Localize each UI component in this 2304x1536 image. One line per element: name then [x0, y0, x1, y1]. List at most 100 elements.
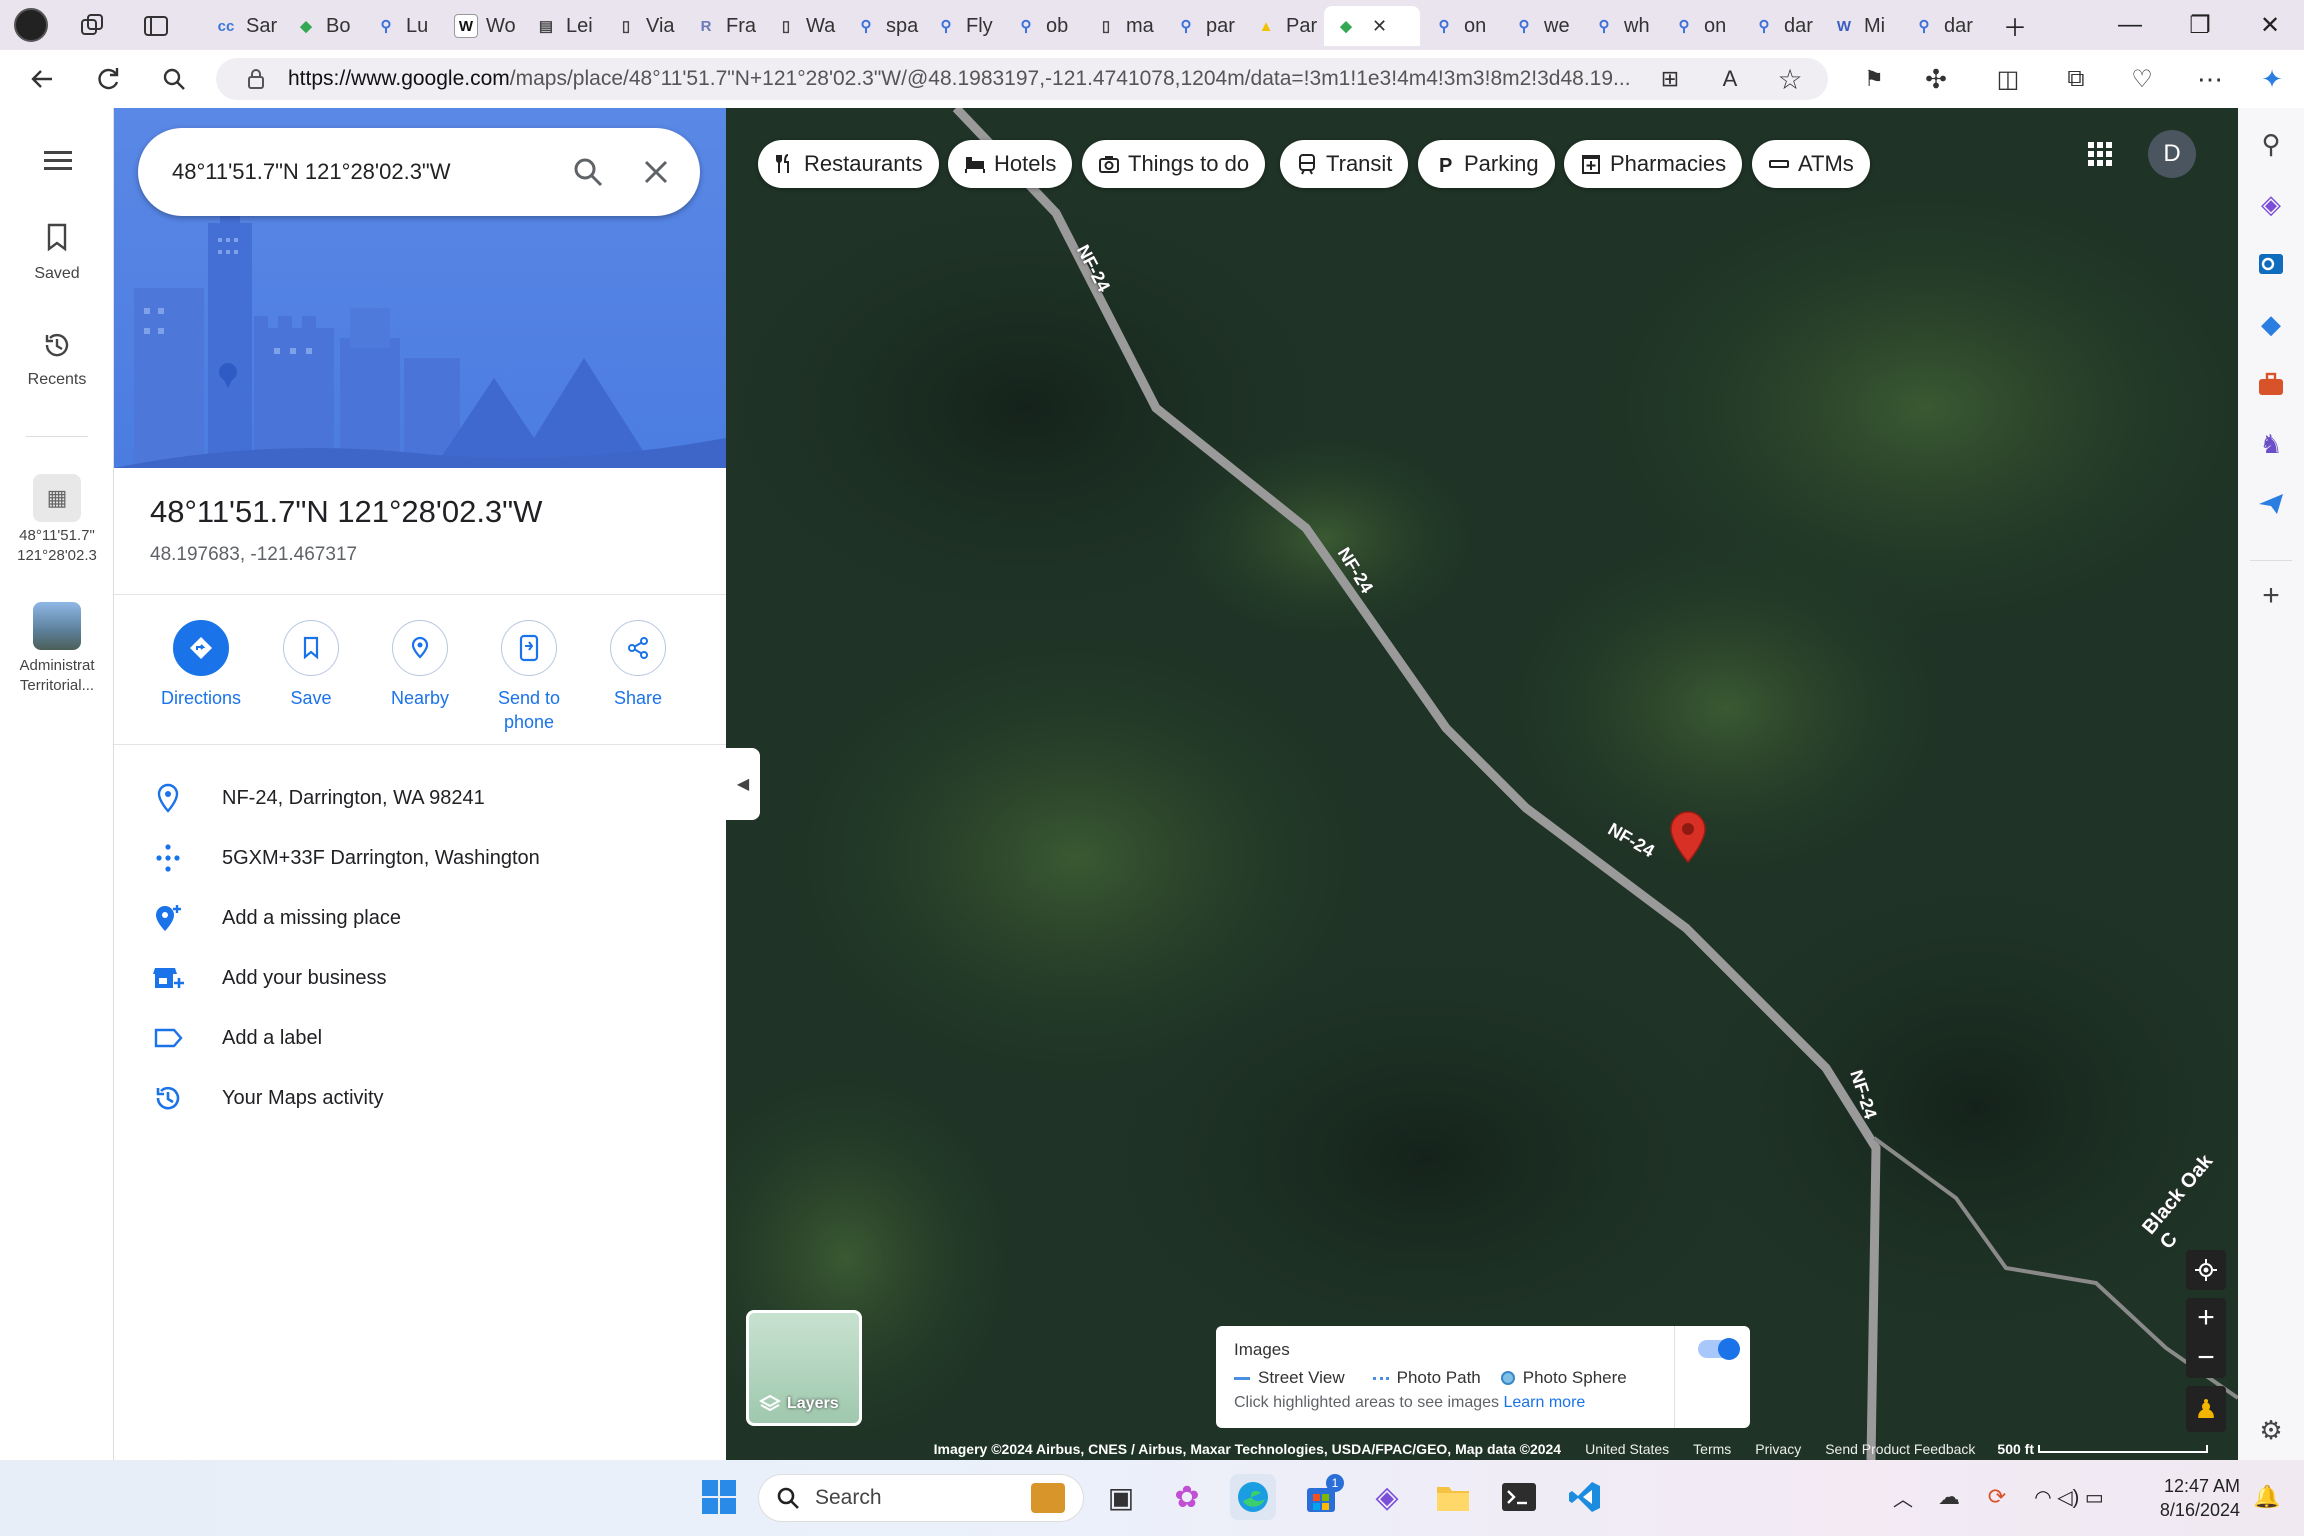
- search-icon[interactable]: ⚲: [2255, 128, 2287, 160]
- layers-button[interactable]: Layers: [746, 1310, 862, 1426]
- restore-button[interactable]: ❐: [2170, 0, 2230, 50]
- url-field[interactable]: https://www.google.com/maps/place/48°11'…: [216, 58, 1828, 100]
- clock[interactable]: 12:47 AM 8/16/2024: [2140, 1474, 2240, 1522]
- zoom-out-button[interactable]: −: [2186, 1338, 2226, 1378]
- browser-tab[interactable]: W Wo: [444, 6, 522, 46]
- chip-things-to-do[interactable]: Things to do: [1082, 140, 1266, 188]
- tag-icon[interactable]: ◆: [2255, 308, 2287, 340]
- tools-icon[interactable]: [2255, 368, 2287, 400]
- search-icon[interactable]: [572, 156, 604, 194]
- learn-more-link[interactable]: Learn more: [1503, 1394, 1585, 1411]
- address-row[interactable]: NF-24, Darrington, WA 98241: [114, 768, 726, 828]
- browser-tab[interactable]: ◆ Bo: [284, 6, 362, 46]
- my-location-button[interactable]: [2186, 1250, 2226, 1290]
- browser-tab[interactable]: ⚲ spa: [844, 6, 922, 46]
- read-aloud-icon[interactable]: A: [1708, 57, 1752, 101]
- chip-atms[interactable]: ATMs: [1752, 140, 1870, 188]
- add-label-row[interactable]: Add a label: [114, 1008, 726, 1068]
- browser-tab[interactable]: ▤ Lei: [524, 6, 602, 46]
- location-pin-marker[interactable]: [1668, 810, 1708, 869]
- send-to-phone-button[interactable]: Send to phone: [484, 620, 574, 734]
- browser-tab[interactable]: ⚲ we: [1502, 6, 1580, 46]
- browser-tab[interactable]: ▯ Via: [604, 6, 682, 46]
- onedrive-icon[interactable]: ☁: [1926, 1474, 1972, 1520]
- directions-button[interactable]: Directions: [156, 620, 246, 710]
- file-explorer-icon[interactable]: [1430, 1474, 1476, 1520]
- terms-link[interactable]: Terms: [1693, 1441, 1731, 1457]
- pegman-icon[interactable]: ♟: [2186, 1386, 2226, 1432]
- collections-icon[interactable]: ⧉: [2054, 57, 2098, 101]
- zoom-in-button[interactable]: +: [2186, 1298, 2226, 1338]
- browser-tab[interactable]: ⚲ dar: [1902, 6, 1980, 46]
- plus-code-row[interactable]: 5GXM+33F Darrington, Washington: [114, 828, 726, 888]
- chip-parking[interactable]: P Parking: [1418, 140, 1555, 188]
- system-tray-icons[interactable]: ◠ ◁) ▭: [2024, 1474, 2114, 1520]
- extension-badge-icon[interactable]: ⚑: [1852, 57, 1896, 101]
- chip-pharmacies[interactable]: Pharmacies: [1564, 140, 1743, 188]
- browser-essentials-icon[interactable]: ♡: [2120, 57, 2164, 101]
- refresh-button[interactable]: [86, 57, 130, 101]
- search-input[interactable]: 48°11'51.7"N 121°28'02.3"W: [172, 159, 451, 185]
- scale-label[interactable]: 500 ft: [1997, 1441, 2034, 1457]
- chip-hotels[interactable]: Hotels: [948, 140, 1073, 188]
- browser-tab[interactable]: ⚲ ob: [1004, 6, 1082, 46]
- maps-activity-row[interactable]: Your Maps activity: [114, 1068, 726, 1128]
- settings-gear-icon[interactable]: ⚙: [2255, 1414, 2287, 1446]
- browser-tab[interactable]: ⚲ on: [1662, 6, 1740, 46]
- recent-place-territorial[interactable]: Administrat Territorial...: [0, 602, 114, 696]
- close-tab-icon[interactable]: ✕: [1372, 16, 1387, 37]
- start-windows-icon[interactable]: [696, 1474, 742, 1520]
- split-screen-icon[interactable]: ◫: [1986, 57, 2030, 101]
- save-button[interactable]: Save: [266, 620, 356, 710]
- browser-tab[interactable]: ▯ ma: [1084, 6, 1162, 46]
- notification-bell-icon[interactable]: 🔔: [2244, 1474, 2290, 1520]
- close-icon[interactable]: [642, 158, 670, 192]
- browser-tab[interactable]: ▲ Par: [1244, 6, 1322, 46]
- add-missing-place-row[interactable]: Add a missing place: [114, 888, 726, 948]
- edge-browser-icon[interactable]: [1230, 1474, 1276, 1520]
- back-button[interactable]: [20, 57, 64, 101]
- add-business-row[interactable]: Add your business: [114, 948, 726, 1008]
- browser-tab[interactable]: ⚲ wh: [1582, 6, 1660, 46]
- copilot-app-icon[interactable]: ◈: [2255, 188, 2287, 220]
- favorite-star-icon[interactable]: ☆: [1768, 57, 1812, 101]
- browser-tab[interactable]: ⚲ par: [1164, 6, 1242, 46]
- extensions-icon[interactable]: ✣: [1914, 57, 1958, 101]
- vscode-icon[interactable]: [1562, 1474, 1608, 1520]
- chip-transit[interactable]: Transit: [1280, 140, 1409, 188]
- minimize-button[interactable]: —: [2100, 0, 2160, 50]
- task-view-icon[interactable]: ▣: [1098, 1474, 1144, 1520]
- browser-tab[interactable]: ⚲ Fly: [924, 6, 1002, 46]
- recents-button[interactable]: Recents: [0, 330, 114, 389]
- chevron-up-icon[interactable]: ︿: [1880, 1474, 1926, 1520]
- browser-tab[interactable]: ⚲ Lu: [364, 6, 442, 46]
- browser-tab[interactable]: ⚲ dar: [1742, 6, 1820, 46]
- add-icon[interactable]: +: [2255, 579, 2287, 612]
- privacy-link[interactable]: Privacy: [1755, 1441, 1801, 1457]
- copilot-icon[interactable]: ✦: [2250, 57, 2294, 101]
- app-available-icon[interactable]: ⊞: [1648, 57, 1692, 101]
- browser-tab[interactable]: cc Sar: [204, 6, 282, 46]
- copilot-taskbar-icon[interactable]: ✿: [1164, 1474, 1210, 1520]
- account-avatar[interactable]: D: [2148, 130, 2196, 178]
- sync-icon[interactable]: ⟳: [1974, 1474, 2020, 1520]
- recent-place-coordinates[interactable]: ▦ 48°11'51.7" 121°28'02.3: [0, 474, 114, 566]
- copilot-app-icon[interactable]: ◈: [1364, 1474, 1410, 1520]
- apps-grid-icon[interactable]: [2086, 140, 2114, 173]
- share-button[interactable]: Share: [593, 620, 683, 710]
- satellite-map[interactable]: NF-24 NF-24 NF-24 NF-24 Black Oak C Rest…: [726, 108, 2238, 1460]
- send-icon[interactable]: [2255, 488, 2287, 520]
- tab-active-maps[interactable]: ◆ ✕: [1324, 6, 1420, 46]
- taskbar-search[interactable]: Search: [758, 1474, 1084, 1522]
- workspaces-icon[interactable]: [78, 12, 106, 40]
- nearby-button[interactable]: Nearby: [375, 620, 465, 710]
- search-icon[interactable]: [152, 57, 196, 101]
- collapse-panel-button[interactable]: ◀: [726, 748, 760, 820]
- new-tab-button[interactable]: ＋: [1985, 0, 2045, 50]
- menu-icon[interactable]: [44, 150, 72, 177]
- chip-restaurants[interactable]: Restaurants: [758, 140, 939, 188]
- saved-button[interactable]: Saved: [0, 222, 114, 283]
- browser-tab[interactable]: ⚲ on: [1422, 6, 1500, 46]
- terminal-icon[interactable]: [1496, 1474, 1542, 1520]
- close-window-button[interactable]: ✕: [2240, 0, 2300, 50]
